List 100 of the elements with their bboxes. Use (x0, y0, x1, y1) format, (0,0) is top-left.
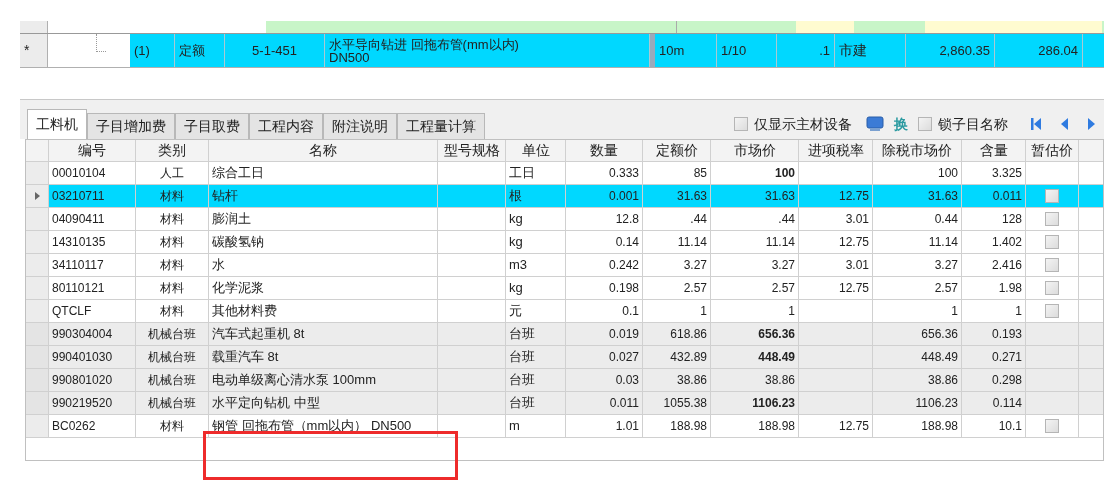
table-cell-text: 2.57 (683, 280, 707, 297)
checkbox[interactable] (1045, 235, 1059, 249)
checkbox-label: 仅显示主材设备 (754, 114, 852, 134)
table-cell-text: 电动单级离心清水泵 100mm (212, 371, 376, 390)
checkbox[interactable] (1045, 258, 1059, 272)
column-header[interactable]: 编号 (78, 140, 106, 161)
table-cell-text: 618.86 (670, 326, 707, 343)
table-cell-text: 990219520 (52, 395, 113, 412)
table-row[interactable]: 04090411 材料 膨润土 kg 12.8 .44 .44 3.01 0.44 128 (26, 208, 1103, 231)
table-cell-text: 材料 (160, 257, 184, 274)
table-cell-text: 990401030 (52, 349, 113, 366)
table-cell-text: kg (509, 210, 523, 229)
table-cell-text: 12.8 (615, 211, 639, 228)
table-cell-text: 水平定向钻机 中型 (212, 394, 320, 413)
column-header[interactable]: 暂估价 (1031, 140, 1073, 161)
table-cell-text: QTCLF (52, 303, 92, 320)
checkbox[interactable] (1045, 419, 1059, 433)
table-cell-text: 钻杆 (212, 187, 238, 206)
column-header[interactable]: 除税市场价 (882, 140, 952, 161)
column-header[interactable]: 单位 (521, 140, 550, 161)
row-marker: * (24, 42, 30, 58)
next-icon[interactable] (1087, 117, 1096, 131)
table-cell-text: 1 (1015, 303, 1022, 320)
table-cell-text: 2.57 (771, 280, 795, 297)
table-row[interactable]: 00010104 人工 综合工日 工日 0.333 85 100 100 3.325 (26, 162, 1103, 185)
quota-ratio: 1/10 (721, 41, 747, 60)
column-header[interactable]: 市场价 (733, 140, 776, 161)
table-cell-text: 188.98 (670, 418, 707, 435)
table-cell-text: 台班 (509, 325, 535, 344)
row-header[interactable]: * (20, 34, 48, 67)
monitor-icon[interactable] (866, 116, 884, 132)
table-cell-text: 碳酸氢钠 (212, 233, 264, 252)
checkbox[interactable] (1045, 189, 1059, 203)
table-row[interactable]: 34110117 材料 水 m3 0.242 3.27 3.27 3.01 3.27 2.416 (26, 254, 1103, 277)
tree-line (96, 34, 106, 52)
checkbox[interactable] (1045, 212, 1059, 226)
table-cell-text: 人工 (160, 165, 184, 182)
table-cell-text: 12.75 (838, 280, 869, 297)
table-cell-text: 水 (212, 256, 225, 275)
table-cell-text: 化学泥浆 (212, 279, 264, 298)
table-cell-text: 1.402 (991, 234, 1022, 251)
row-header[interactable] (26, 185, 49, 208)
row-type: 定额 (179, 41, 205, 60)
table-row[interactable]: 14310135 材料 碳酸氢钠 kg 0.14 11.14 11.14 12.75 11.14 1.402 (26, 231, 1103, 254)
table-row[interactable]: 990304004 机械台班 汽车式起重机 8t 台班 0.019 618.86 656.36 656.36 0.193 (26, 323, 1103, 346)
previous-icon[interactable] (1060, 117, 1069, 131)
column-header[interactable]: 进项税率 (807, 140, 864, 161)
checkbox[interactable] (734, 117, 748, 131)
table-row[interactable]: 990401030 机械台班 载重汽车 8t 台班 0.027 432.89 448.49 448.49 0.271 (26, 346, 1103, 369)
table-cell-text: 汽车式起重机 8t (212, 325, 305, 344)
table-cell-text: 1106.23 (915, 395, 958, 412)
table-cell-text: 0.14 (615, 234, 639, 251)
tab[interactable]: 子目增加费 (87, 113, 175, 139)
column-header[interactable]: 名称 (309, 140, 337, 161)
checkbox[interactable] (918, 117, 932, 131)
quota-code: 5-1-451 (252, 41, 297, 60)
table-cell-text: 3.27 (683, 257, 707, 274)
column-header[interactable]: 定额价 (655, 140, 698, 161)
table-cell-text: 12.75 (838, 418, 869, 435)
table-cell-text: 0.03 (615, 372, 639, 389)
table-cell-text: 1 (700, 303, 707, 320)
table-cell-text: 0.44 (934, 211, 958, 228)
tab[interactable]: 附注说明 (323, 113, 397, 139)
tab[interactable]: 工程内容 (249, 113, 323, 139)
table-row[interactable]: QTCLF 材料 其他材料费 元 0.1 1 1 1 1 (26, 300, 1103, 323)
table-cell-text: 机械台班 (148, 349, 196, 366)
table-cell-text: 材料 (160, 211, 184, 228)
table-cell-text: 材料 (160, 234, 184, 251)
table-cell-text: 材料 (160, 280, 184, 297)
table-cell-text: 工日 (509, 164, 535, 183)
table-cell-text: 膨润土 (212, 210, 251, 229)
column-header[interactable]: 含量 (979, 140, 1008, 161)
table-cell-text: 31.63 (764, 188, 795, 205)
table-cell-text: 1055.38 (663, 395, 707, 412)
table-row[interactable]: 80110121 材料 化学泥浆 kg 0.198 2.57 2.57 12.75 2.57 1.98 (26, 277, 1103, 300)
quota-name: 水平导向钻进 回拖布管(mm以内) DN500 (329, 37, 519, 64)
checkbox[interactable] (1045, 304, 1059, 318)
checkbox-label: 锁子目名称 (938, 114, 1008, 134)
table-cell-text: 10.1 (998, 418, 1022, 435)
quota-specialty: 市建 (839, 41, 867, 60)
tab[interactable]: 子目取费 (175, 113, 249, 139)
table-cell-text: 1106.23 (752, 395, 795, 412)
column-header[interactable]: 数量 (590, 140, 618, 161)
table-cell-text: kg (509, 233, 523, 252)
first-page-icon[interactable] (1030, 117, 1042, 131)
table-cell-text: 2.57 (934, 280, 958, 297)
table-cell-text: 04090411 (52, 211, 105, 228)
column-header[interactable]: 类别 (158, 140, 186, 161)
table-row[interactable]: 03210711 材料 钻杆 根 0.001 31.63 31.63 12.75 31.63 0.011 (26, 185, 1103, 208)
checkbox[interactable] (1045, 281, 1059, 295)
table-row[interactable]: 990801020 机械台班 电动单级离心清水泵 100mm 台班 0.03 38.86 38.86 38.86 0.298 (26, 369, 1103, 392)
table-cell-text: 3.01 (845, 211, 869, 228)
table-cell-text: 14310135 (52, 234, 106, 251)
quota-row[interactable]: (1) 定额 5-1-451 水平导向钻进 回拖布管(mm以内) DN500 10m 1/10 .1 市建 2,860.35 286.04 (130, 34, 1104, 67)
table-cell-text: 38.86 (927, 372, 958, 389)
tab[interactable]: 工料机 (27, 109, 87, 139)
table-cell-text: 656.36 (758, 326, 795, 343)
tab[interactable]: 工程量计算 (397, 113, 485, 139)
table-row[interactable]: 990219520 机械台班 水平定向钻机 中型 台班 0.011 1055.38 1106.23 1106.23 0.114 (26, 392, 1103, 415)
column-header[interactable]: 型号规格 (443, 140, 500, 161)
